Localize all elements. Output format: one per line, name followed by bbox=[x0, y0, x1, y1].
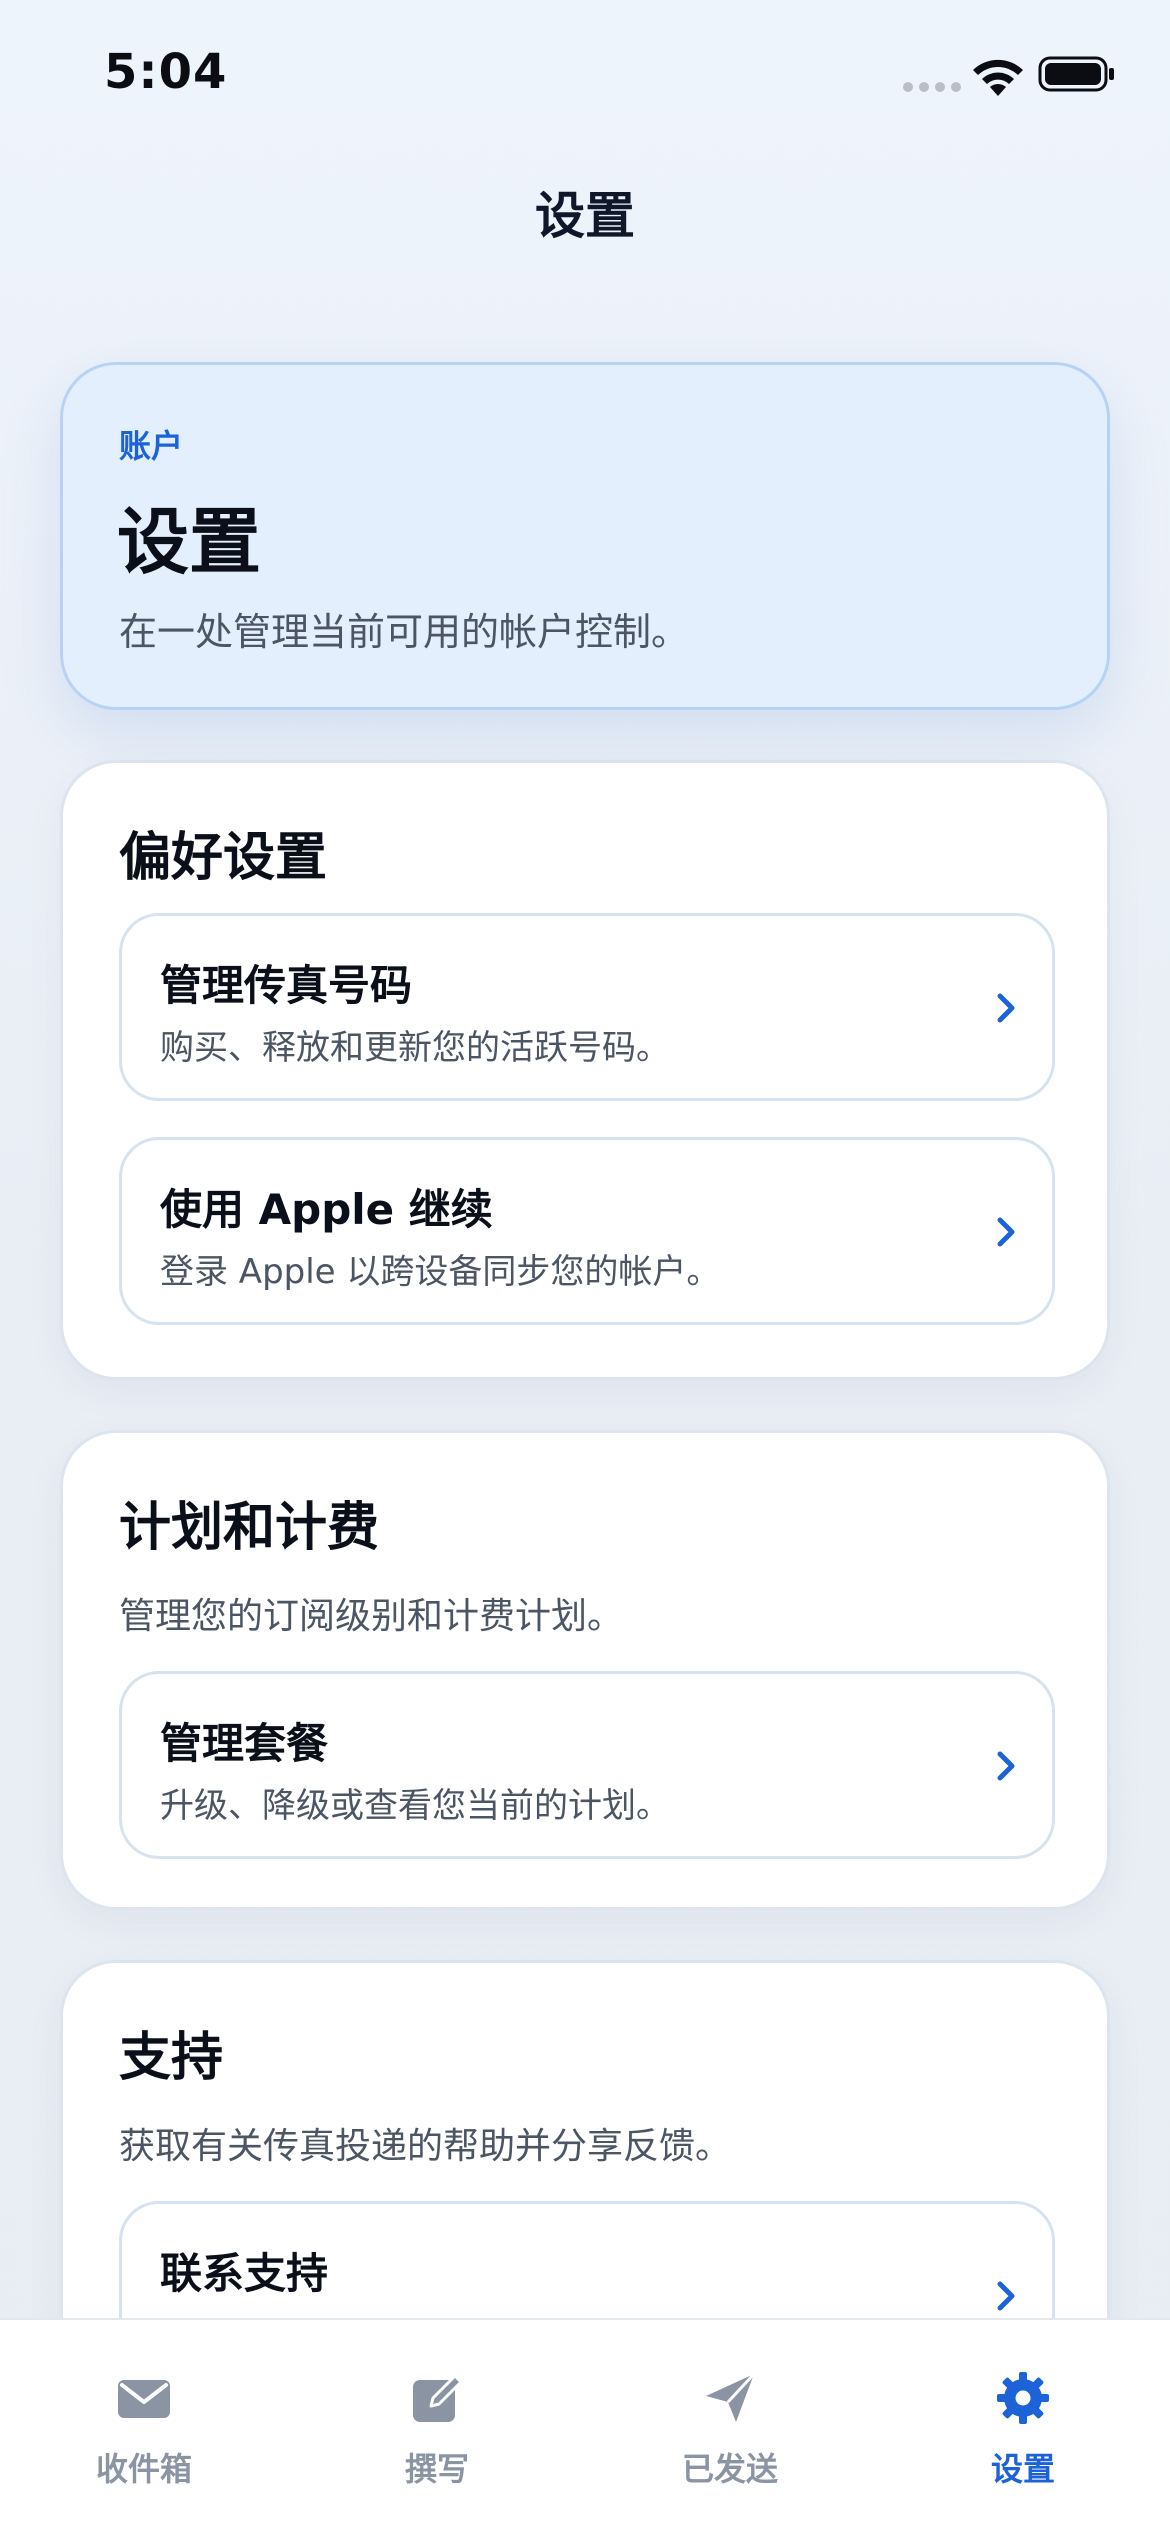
hero-description: 在一处管理当前可用的帐户控制。 bbox=[119, 610, 690, 654]
mail-icon bbox=[118, 2380, 170, 2418]
support-section: 支持 获取有关传真投递的帮助并分享反馈。 联系支持 通过电子邮件发送私人支持请求… bbox=[60, 1960, 1110, 2318]
section-description: 获取有关传真投递的帮助并分享反馈。 bbox=[119, 2126, 732, 2167]
row-title: 联系支持 bbox=[160, 2249, 329, 2298]
settings-scroll-area[interactable]: 账户 设置 在一处管理当前可用的帐户控制。 偏好设置 管理传真号码 购买、释放和… bbox=[0, 0, 1170, 2318]
tab-label: 撰写 bbox=[404, 2450, 469, 2488]
tab-label: 设置 bbox=[990, 2450, 1055, 2488]
section-title: 计划和计费 bbox=[119, 1498, 380, 1558]
hero-eyebrow: 账户 bbox=[119, 427, 184, 465]
row-description: 购买、释放和更新您的活跃号码。 bbox=[160, 1028, 670, 1068]
hero-title: 设置 bbox=[117, 500, 262, 584]
row-title: 管理传真号码 bbox=[160, 961, 413, 1010]
chevron-right-icon bbox=[997, 2281, 1015, 2311]
manage-fax-numbers-row[interactable]: 管理传真号码 购买、释放和更新您的活跃号码。 bbox=[119, 913, 1055, 1101]
section-description: 管理您的订阅级别和计费计划。 bbox=[119, 1596, 624, 1637]
chevron-right-icon bbox=[997, 993, 1015, 1023]
tab-compose[interactable]: 撰写 bbox=[337, 2320, 537, 2532]
manage-plan-row[interactable]: 管理套餐 升级、降级或查看您当前的计划。 bbox=[119, 1671, 1055, 1859]
tab-inbox[interactable]: 收件箱 bbox=[44, 2320, 244, 2532]
tab-bar: 收件箱 撰写 已发送 设置 bbox=[0, 2318, 1170, 2532]
section-title: 偏好设置 bbox=[119, 828, 328, 888]
gear-icon bbox=[997, 2372, 1049, 2424]
compose-icon bbox=[413, 2374, 463, 2422]
row-description: 登录 Apple 以跨设备同步您的帐户。 bbox=[160, 1252, 721, 1292]
preferences-section: 偏好设置 管理传真号码 购买、释放和更新您的活跃号码。 使用 Apple 继续 … bbox=[60, 760, 1110, 1380]
continue-with-apple-row[interactable]: 使用 Apple 继续 登录 Apple 以跨设备同步您的帐户。 bbox=[119, 1137, 1055, 1325]
chevron-right-icon bbox=[997, 1751, 1015, 1781]
tab-label: 已发送 bbox=[681, 2450, 778, 2488]
row-description: 升级、降级或查看您当前的计划。 bbox=[160, 1786, 670, 1826]
row-title: 管理套餐 bbox=[160, 1719, 329, 1768]
tab-settings[interactable]: 设置 bbox=[923, 2320, 1123, 2532]
plans-billing-section: 计划和计费 管理您的订阅级别和计费计划。 管理套餐 升级、降级或查看您当前的计划… bbox=[60, 1430, 1110, 1910]
tab-label: 收件箱 bbox=[95, 2450, 192, 2488]
contact-support-row[interactable]: 联系支持 通过电子邮件发送私人支持请求。 bbox=[119, 2201, 1055, 2318]
section-title: 支持 bbox=[119, 2028, 224, 2088]
chevron-right-icon bbox=[997, 1217, 1015, 1247]
paper-plane-icon bbox=[706, 2372, 756, 2422]
account-hero-card: 账户 设置 在一处管理当前可用的帐户控制。 bbox=[60, 362, 1110, 710]
tab-sent[interactable]: 已发送 bbox=[630, 2320, 830, 2532]
row-title: 使用 Apple 继续 bbox=[160, 1185, 493, 1234]
row-description: 通过电子邮件发送私人支持请求。 bbox=[160, 2308, 670, 2318]
